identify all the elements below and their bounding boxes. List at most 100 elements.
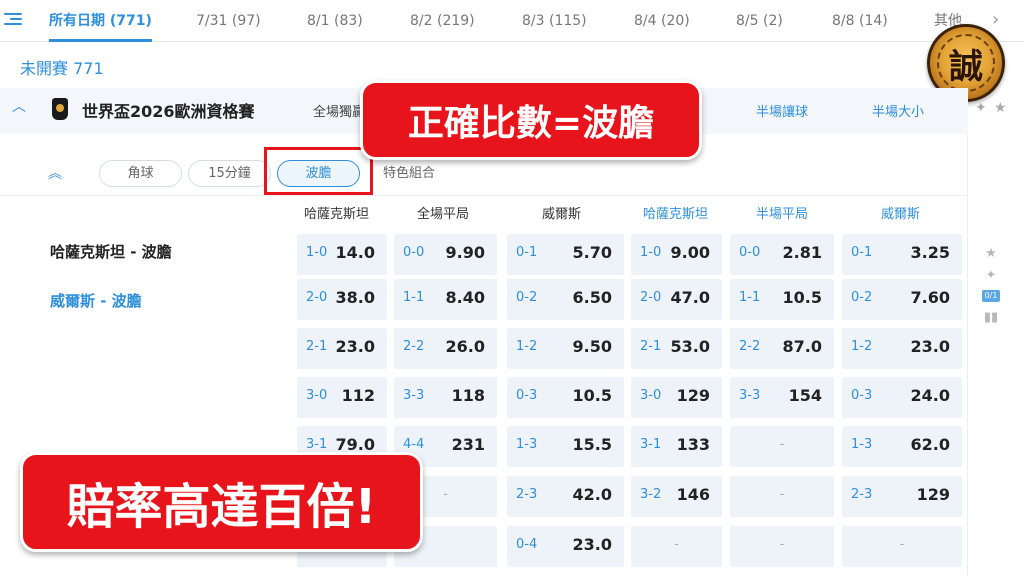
odds-cell[interactable]: 2-1 23.0 [297, 328, 387, 369]
score-label: 3-1 [306, 437, 328, 452]
score-label: 1-3 [516, 437, 538, 452]
column-header-away: 威爾斯 [542, 207, 582, 222]
odds-cell[interactable]: 1-1 10.5 [730, 279, 834, 320]
odds-cell[interactable]: 3-1 133 [631, 426, 722, 467]
odds-cell[interactable]: 2-2 87.0 [730, 328, 834, 369]
odds-cell[interactable]: 3-3 118 [394, 377, 497, 418]
score-label: 2-2 [739, 339, 761, 354]
odds-value: 6.50 [572, 288, 612, 307]
star-icon[interactable]: ★ [982, 246, 1000, 261]
odds-cell[interactable]: 0-2 6.50 [507, 279, 624, 320]
odds-value: 7.60 [910, 288, 950, 307]
odds-value: 2.81 [782, 243, 822, 262]
tab-date[interactable]: 8/5 (2) [736, 0, 783, 42]
odds-value: 3.25 [910, 243, 950, 262]
team-label-home[interactable]: 哈薩克斯坦 - 波膽 [50, 241, 172, 262]
odds-value: 38.0 [335, 288, 375, 307]
score-label: 2-0 [306, 290, 328, 305]
tab-all-dates[interactable]: 所有日期 (771) [49, 0, 152, 42]
odds-cell[interactable]: 0-1 5.70 [507, 234, 624, 275]
odds-cell[interactable]: 2-3 129 [842, 476, 962, 517]
chevron-right-icon[interactable]: › [992, 9, 1012, 31]
odds-cell[interactable]: 0-0 2.81 [730, 234, 834, 275]
pin-icon[interactable]: ✦ [982, 268, 1000, 283]
highlight-box [264, 147, 373, 195]
odds-value: 154 [788, 386, 822, 405]
odds-value: 10.5 [782, 288, 822, 307]
chip-corners[interactable]: 角球 [99, 160, 182, 187]
odds-cell[interactable]: - [730, 476, 834, 517]
odds-value: 146 [676, 485, 710, 504]
odds-cell[interactable]: 2-0 38.0 [297, 279, 387, 320]
odds-cell[interactable]: 1-2 23.0 [842, 328, 962, 369]
pin-icon[interactable]: ✦ [975, 100, 987, 116]
odds-cell[interactable]: 1-3 15.5 [507, 426, 624, 467]
odds-value: 133 [676, 435, 710, 454]
column-header-ht-home: 哈薩克斯坦 [643, 207, 709, 222]
score-label: 3-0 [640, 388, 662, 403]
odds-value: 23.0 [335, 337, 375, 356]
odds-value: 14.0 [335, 243, 375, 262]
odds-value: 231 [451, 435, 485, 454]
odds-cell[interactable]: 0-3 24.0 [842, 377, 962, 418]
odds-cell[interactable]: 0-2 7.60 [842, 279, 962, 320]
odds-unavailable: - [779, 537, 785, 552]
odds-cell[interactable]: 2-0 47.0 [631, 279, 722, 320]
score-label: 4-4 [403, 437, 425, 452]
odds-cell[interactable]: 0-1 3.25 [842, 234, 962, 275]
score-label: 1-2 [516, 339, 538, 354]
chip-15-minutes[interactable]: 15分鐘 [188, 160, 271, 187]
badge-character: 誠 [937, 34, 995, 92]
odds-value: 24.0 [910, 386, 950, 405]
odds-cell[interactable]: 0-0 9.90 [394, 234, 497, 275]
odds-cell[interactable]: 1-3 62.0 [842, 426, 962, 467]
odds-value: 15.5 [572, 435, 612, 454]
odds-cell[interactable]: 1-0 9.00 [631, 234, 722, 275]
star-icon[interactable]: ★ [994, 100, 1007, 116]
chevron-up-icon[interactable]: ︿ [12, 96, 28, 115]
score-label: 1-3 [851, 437, 873, 452]
odds-cell[interactable]: 2-1 53.0 [631, 328, 722, 369]
odds-cell[interactable]: - [730, 526, 834, 567]
score-label: 0-0 [403, 245, 425, 260]
odds-cell[interactable]: - [631, 526, 722, 567]
odds-cell[interactable]: 3-0 129 [631, 377, 722, 418]
callout-high-odds: 賠率高達百倍! [20, 452, 423, 552]
tab-date[interactable]: 7/31 (97) [196, 0, 261, 42]
market-full-time-1x2[interactable]: 全場獨贏 [313, 101, 365, 120]
market-half-time-handicap[interactable]: 半場讓球 [756, 101, 808, 120]
odds-cell[interactable]: 2-2 26.0 [394, 328, 497, 369]
tab-date[interactable]: 8/8 (14) [832, 0, 888, 42]
odds-value: 23.0 [572, 535, 612, 554]
odds-value: 26.0 [445, 337, 485, 356]
odds-cell[interactable]: - [730, 426, 834, 467]
tab-date[interactable]: 8/2 (219) [410, 0, 475, 42]
odds-cell[interactable]: 0-4 23.0 [507, 526, 624, 567]
market-half-time-over-under[interactable]: 半場大小 [872, 101, 924, 120]
menu-icon[interactable] [4, 10, 22, 28]
odds-cell[interactable]: - [842, 526, 962, 567]
column-header-ht-away: 威爾斯 [881, 207, 921, 222]
odds-cell[interactable]: 1-1 8.40 [394, 279, 497, 320]
team-label-away[interactable]: 威爾斯 - 波膽 [50, 290, 142, 311]
odds-cell[interactable]: 3-0 112 [297, 377, 387, 418]
score-label: 3-0 [306, 388, 328, 403]
score-label: 0-4 [516, 537, 538, 552]
odds-cell[interactable]: 1-2 9.50 [507, 328, 624, 369]
odds-cell[interactable]: 0-3 10.5 [507, 377, 624, 418]
score-label: 2-1 [306, 339, 328, 354]
odds-cell[interactable]: 3-2 146 [631, 476, 722, 517]
odds-cell[interactable]: 2-3 42.0 [507, 476, 624, 517]
stats-icon[interactable]: ▮▮ [982, 310, 1000, 325]
odds-format-icon[interactable]: 0/1 [982, 290, 1000, 302]
odds-cell[interactable]: 1-0 14.0 [297, 234, 387, 275]
score-label: 1-1 [739, 290, 761, 305]
column-header-ht-draw: 半場平局 [756, 207, 809, 222]
tab-date[interactable]: 8/3 (115) [522, 0, 587, 42]
tab-date[interactable]: 8/4 (20) [634, 0, 690, 42]
chip-special-combo[interactable]: 特色組合 [366, 160, 452, 187]
double-chevron-up-icon[interactable]: ︽ [48, 163, 62, 183]
odds-cell[interactable]: 3-3 154 [730, 377, 834, 418]
tab-date[interactable]: 8/1 (83) [307, 0, 363, 42]
score-label: 2-2 [403, 339, 425, 354]
